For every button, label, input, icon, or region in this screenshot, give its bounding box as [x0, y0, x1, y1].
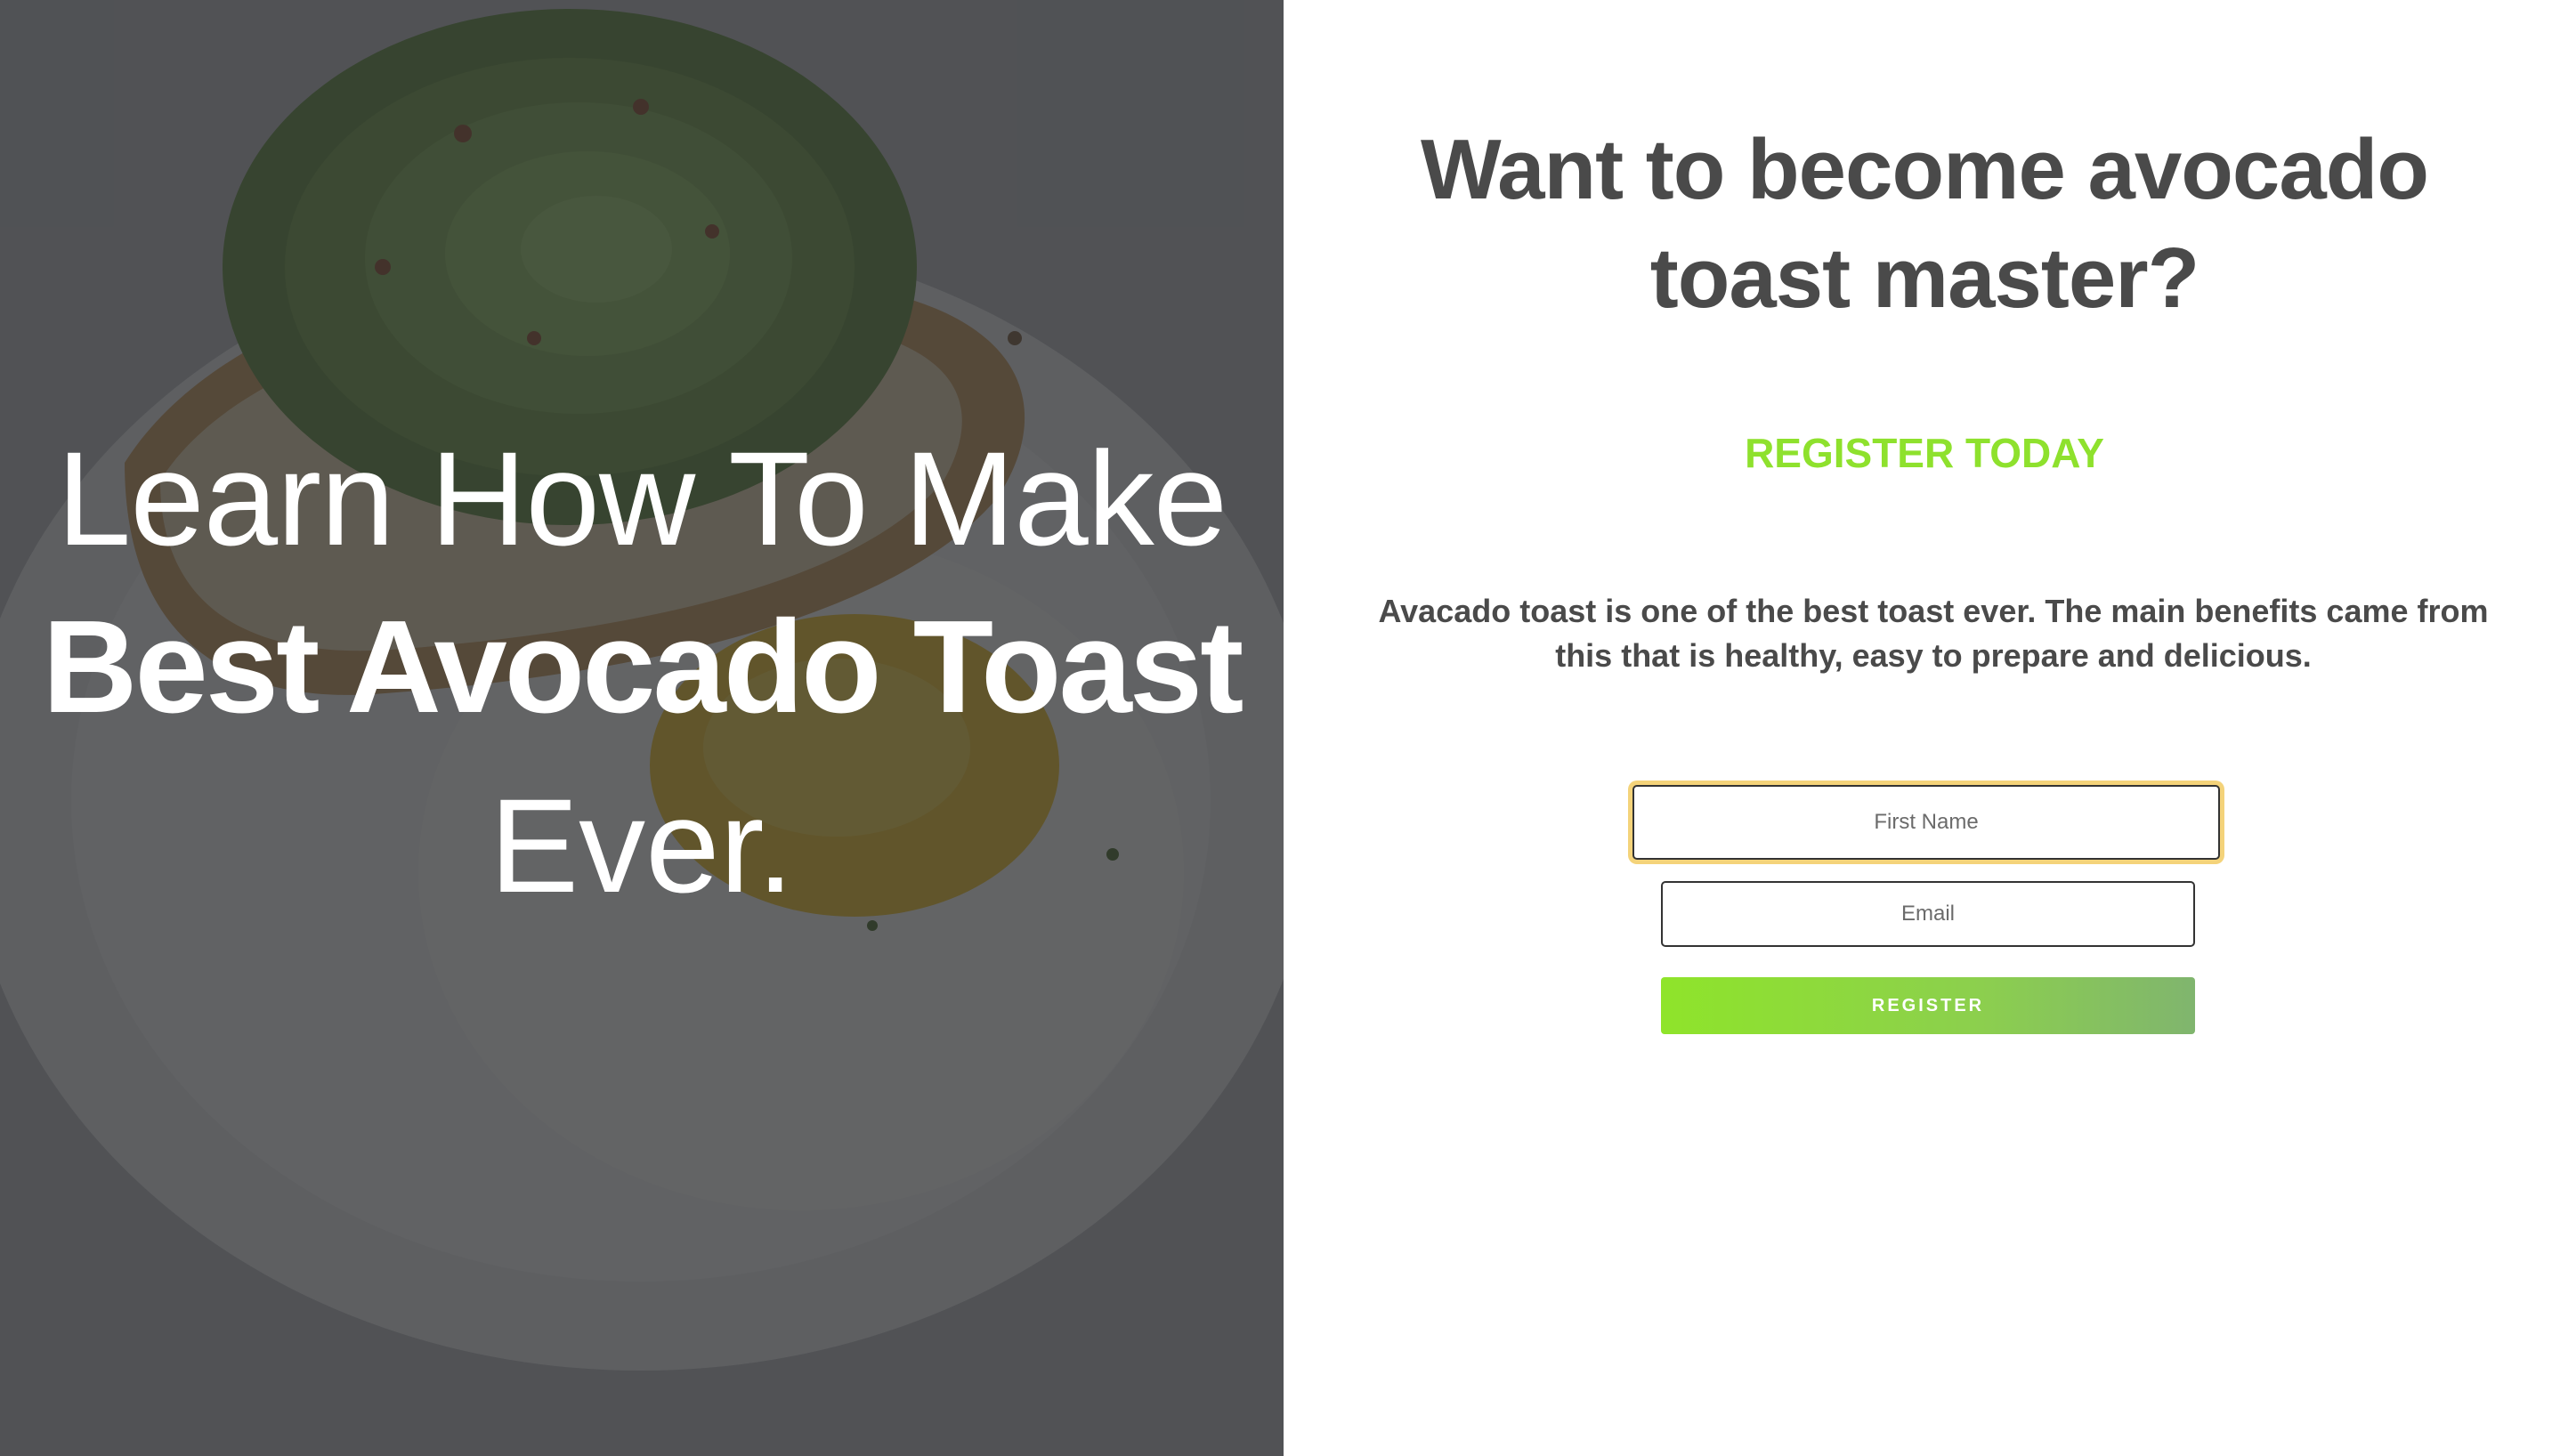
hero-section: Learn How To Make Best Avocado Toast Eve… [0, 0, 1284, 1456]
register-form: REGISTER [1284, 0, 2560, 1456]
hero-headline-line3: Ever. [490, 771, 794, 920]
hero-headline-line1: Learn How To Make [56, 424, 1227, 573]
register-button[interactable]: REGISTER [1661, 977, 2195, 1034]
hero-headline: Learn How To Make Best Avocado Toast Eve… [0, 418, 1284, 934]
landing-page: Learn How To Make Best Avocado Toast Eve… [0, 0, 2560, 1456]
first-name-input[interactable] [1632, 785, 2220, 860]
register-panel: Want to become avocado toast master? REG… [1284, 0, 2560, 1456]
hero-headline-line2: Best Avocado Toast [42, 594, 1244, 740]
email-input[interactable] [1661, 881, 2195, 947]
